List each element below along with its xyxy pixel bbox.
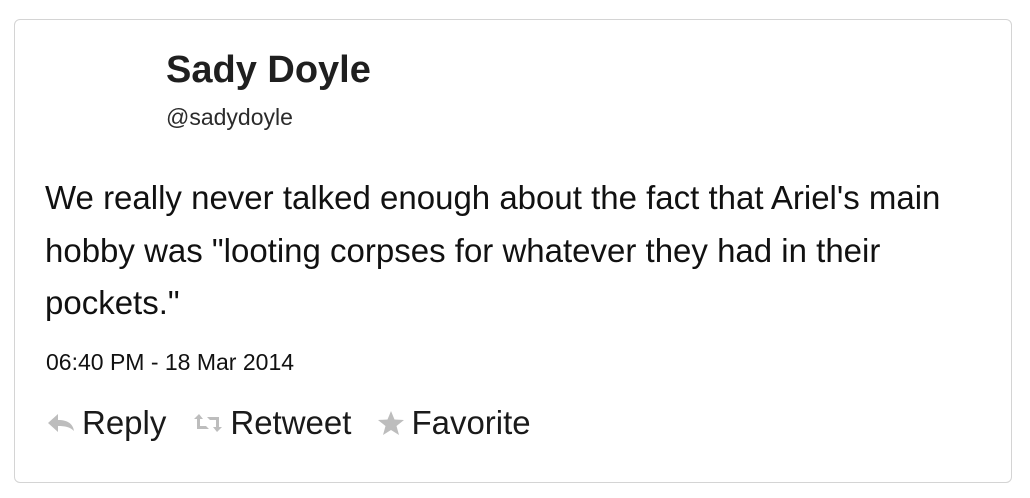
tweet-timestamp[interactable]: 06:40 PM - 18 Mar 2014 <box>46 347 294 377</box>
favorite-button[interactable]: Favorite <box>377 403 531 443</box>
reply-icon <box>46 412 76 434</box>
tweet-text: We really never talked enough about the … <box>45 179 941 321</box>
retweet-button[interactable]: Retweet <box>192 403 351 443</box>
tweet-card: Sady Doyle @sadydoyle We really never ta… <box>14 19 1012 483</box>
reply-button[interactable]: Reply <box>46 403 166 443</box>
author-handle[interactable]: @sadydoyle <box>166 102 293 132</box>
favorite-label: Favorite <box>411 404 531 441</box>
author-display-name[interactable]: Sady Doyle <box>166 47 371 93</box>
tweet-actions: Reply Retweet Favorite <box>46 400 557 446</box>
avatar[interactable] <box>45 48 149 152</box>
retweet-label: Retweet <box>230 404 352 441</box>
star-icon <box>377 410 405 436</box>
retweet-icon <box>192 412 224 434</box>
reply-label: Reply <box>82 404 167 441</box>
